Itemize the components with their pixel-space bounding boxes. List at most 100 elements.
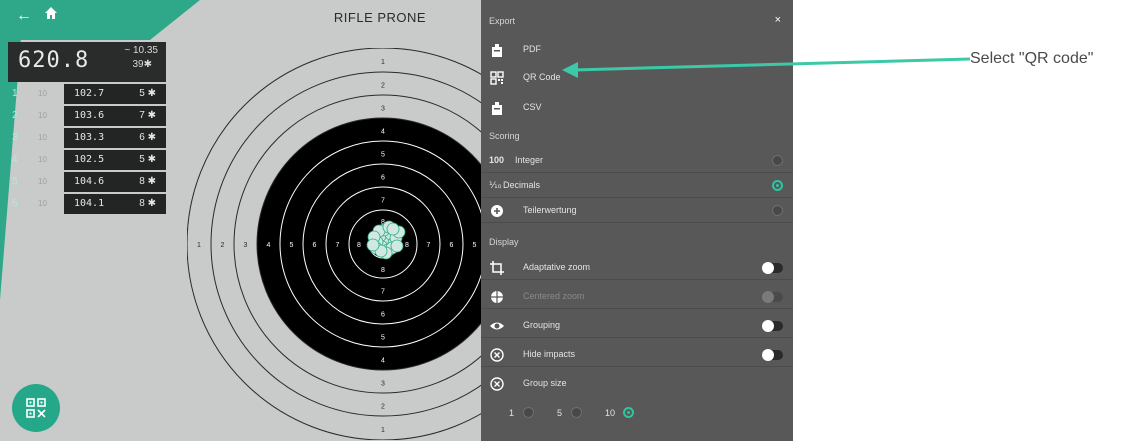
ring-number: 7 <box>336 242 340 249</box>
ring-number: 3 <box>381 381 385 388</box>
ring-number: 4 <box>381 358 385 365</box>
scoring-decimals-radio[interactable] <box>772 180 783 191</box>
callout-arrow <box>562 57 971 78</box>
ring-number: 8 <box>357 242 361 249</box>
export-csv[interactable]: CSV <box>481 96 793 120</box>
hide-impacts-label: Hide impacts <box>523 349 576 359</box>
group-size-label: Group size <box>523 378 567 388</box>
series-row[interactable]: 5 10 104.6 8 ✱ <box>8 172 166 192</box>
adaptative-zoom-toggle[interactable] <box>762 262 783 274</box>
group-size-5-label: 5 <box>557 408 563 418</box>
export-qr-label: QR Code <box>523 72 561 82</box>
qr-code-icon <box>26 398 46 418</box>
series-shot-count: 10 <box>38 133 47 142</box>
display-hide-impacts[interactable]: Hide impacts <box>481 343 793 367</box>
series-score-box: 102.5 5 ✱ <box>64 150 166 170</box>
grouping-label: Grouping <box>523 320 561 330</box>
arrow-left-icon[interactable]: ← <box>16 6 32 26</box>
close-icon[interactable]: × <box>775 14 781 26</box>
page-title: RIFLE PRONE <box>333 10 427 25</box>
series-score: 104.1 <box>74 198 105 209</box>
series-score: 104.6 <box>74 176 105 187</box>
ring-number: 1 <box>381 427 385 434</box>
scoring-heading: Scoring <box>489 131 520 141</box>
series-inner-tens: 6 ✱ <box>139 132 156 143</box>
globe-icon <box>491 291 503 303</box>
ring-number: 3 <box>381 106 385 113</box>
group-size-1-label: 1 <box>509 408 515 418</box>
impact-marker <box>390 239 404 253</box>
score-summary: 620.8 ~ 10.35 39✱ <box>8 42 166 82</box>
series-row[interactable]: 4 10 102.5 5 ✱ <box>8 150 166 170</box>
series-index: 3 <box>12 132 18 143</box>
scoring-integer[interactable]: 100 Integer <box>481 149 793 173</box>
series-row[interactable]: 1 10 102.7 5 ✱ <box>8 84 166 104</box>
display-adaptative-zoom[interactable]: Adaptative zoom <box>481 256 793 280</box>
series-row[interactable]: 6 10 104.1 8 ✱ <box>8 194 166 214</box>
crop-icon <box>490 261 504 275</box>
scoring-integer-radio[interactable] <box>772 155 783 166</box>
series-index: 5 <box>12 176 18 187</box>
ring-number: 1 <box>381 59 385 66</box>
group-size-1-radio[interactable] <box>523 407 534 418</box>
series-index: 6 <box>12 198 18 209</box>
centered-zoom-toggle <box>762 291 783 303</box>
display-grouping[interactable]: Grouping <box>481 314 793 338</box>
series-index: 2 <box>12 110 18 121</box>
ring-number: 8 <box>405 242 409 249</box>
grouping-toggle[interactable] <box>762 320 783 332</box>
scoring-teilerwertung-radio[interactable] <box>772 205 783 216</box>
scoring-decimals-label: Decimals <box>503 180 541 190</box>
scoring-integer-label: Integer <box>515 155 544 165</box>
series-score-box: 103.6 7 ✱ <box>64 106 166 126</box>
ring-number: 7 <box>381 289 385 296</box>
series-score-box: 104.1 8 ✱ <box>64 194 166 214</box>
series-score: 103.6 <box>74 110 105 121</box>
series-row[interactable]: 2 10 103.6 7 ✱ <box>8 106 166 126</box>
series-inner-tens: 5 ✱ <box>139 88 156 99</box>
series-shot-count: 10 <box>38 111 47 120</box>
series-shot-count: 10 <box>38 199 47 208</box>
adaptative-zoom-label: Adaptative zoom <box>523 262 591 272</box>
ring-number: 6 <box>313 242 317 249</box>
scoring-decimals[interactable]: ⅒ Decimals <box>481 174 793 198</box>
group-size-5-radio[interactable] <box>571 407 582 418</box>
export-pdf-label: PDF <box>523 44 541 54</box>
series-score: 102.5 <box>74 154 105 165</box>
series-inner-tens: 8 ✱ <box>139 176 156 187</box>
ring-number: 2 <box>381 404 385 411</box>
callout-text: Select "QR code" <box>970 50 1094 67</box>
home-icon[interactable] <box>44 6 58 26</box>
close-circle-icon <box>490 348 504 362</box>
series-index: 1 <box>12 88 18 99</box>
scoring-integer-prefix: 100 <box>489 155 505 165</box>
ring-number: 7 <box>427 242 431 249</box>
pdf-icon <box>492 44 502 57</box>
hide-impacts-toggle[interactable] <box>762 349 783 361</box>
eye-icon <box>490 322 504 330</box>
scoring-teilerwertung-label: Teilerwertung <box>523 205 577 215</box>
ring-number: 7 <box>381 198 385 205</box>
impact-marker <box>386 222 400 236</box>
csv-icon <box>492 102 502 115</box>
score-deviation: ~ 10.35 <box>124 45 158 56</box>
scoring-teilerwertung[interactable]: Teilerwertung <box>481 199 793 223</box>
series-shot-count: 10 <box>38 155 47 164</box>
series-score-box: 103.3 6 ✱ <box>64 128 166 148</box>
plus-circle-icon <box>491 205 503 217</box>
ring-number: 5 <box>290 242 294 249</box>
group-size-options: 1 5 10 <box>481 402 793 426</box>
scoring-decimals-prefix: ⅒ <box>489 180 502 190</box>
ring-number: 4 <box>381 129 385 136</box>
series-row[interactable]: 3 10 103.3 6 ✱ <box>8 128 166 148</box>
group-size-10-radio[interactable] <box>623 407 634 418</box>
group-size-row: Group size <box>481 372 793 396</box>
close-circle-icon <box>490 377 504 391</box>
series-shot-count: 10 <box>38 177 47 186</box>
centered-zoom-label: Centered zoom <box>523 291 585 301</box>
qr-code-button[interactable] <box>12 384 60 432</box>
ring-number: 5 <box>381 335 385 342</box>
ring-number: 3 <box>244 242 248 249</box>
series-index: 4 <box>12 154 18 165</box>
series-inner-tens: 5 ✱ <box>139 154 156 165</box>
